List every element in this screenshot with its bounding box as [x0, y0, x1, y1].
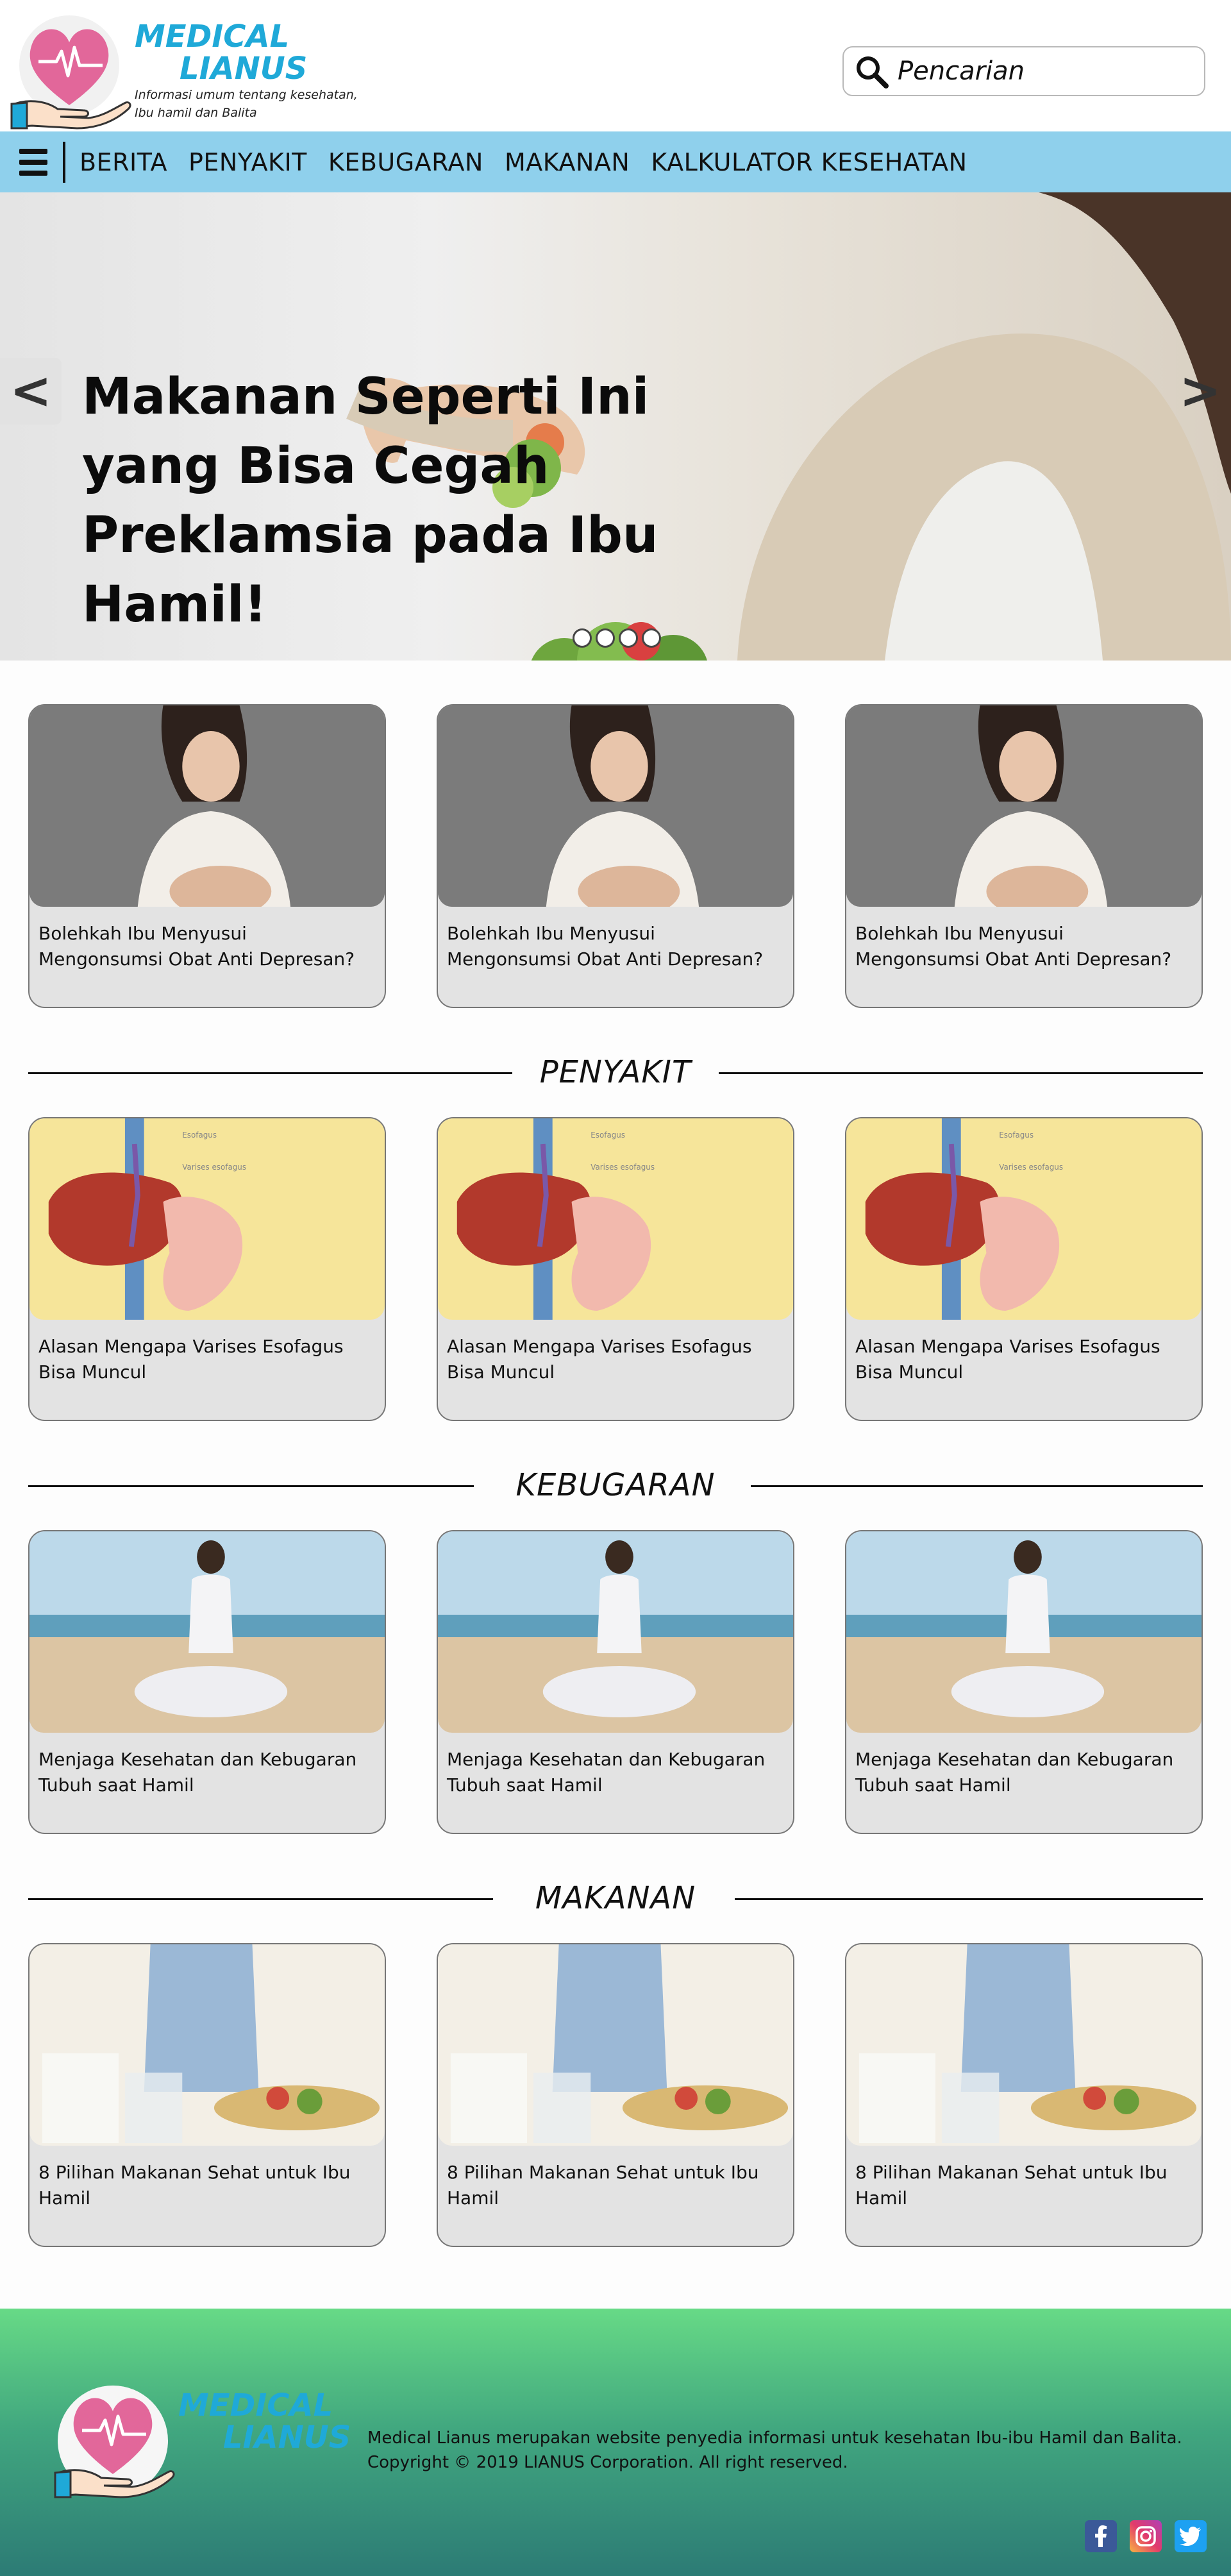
search-input[interactable] — [898, 56, 1193, 86]
section-title-makanan[interactable]: MAKANAN — [535, 1880, 696, 1916]
card-title[interactable]: Bolehkah Ibu Menyusui Mengonsumsi Obat A… — [29, 909, 385, 972]
card-title[interactable]: Menjaga Kesehatan dan Kebugaran Tubuh sa… — [846, 1735, 1202, 1798]
card-title[interactable]: Alasan Mengapa Varises Esofagus Bisa Mun… — [438, 1322, 793, 1385]
diagram-label: Esofagus — [182, 1131, 217, 1140]
card-title[interactable]: Bolehkah Ibu Menyusui Mengonsumsi Obat A… — [846, 909, 1202, 972]
logo-tagline: Informasi umum tentang kesehatan, Ibu ha… — [135, 86, 358, 122]
section-heading: MAKANAN — [28, 1853, 1203, 1943]
card-image-breastfeeding — [846, 705, 1202, 917]
carousel-prev-button[interactable]: < — [0, 358, 62, 425]
card-image-healthy-food — [438, 1944, 793, 2146]
article-card[interactable]: Menjaga Kesehatan dan Kebugaran Tubuh sa… — [845, 1530, 1203, 1834]
diagram-label: Varises esofagus — [182, 1163, 246, 1172]
article-card[interactable]: 8 Pilihan Makanan Sehat untuk Ibu Hamil — [28, 1943, 386, 2247]
heart-hand-logo-icon — [54, 2386, 175, 2498]
section-penyakit: PENYAKIT Esofagus Varises esofagus Alasa… — [0, 1008, 1231, 1421]
article-card[interactable]: 8 Pilihan Makanan Sehat untuk Ibu Hamil — [437, 1943, 794, 2247]
carousel-dot[interactable] — [596, 628, 615, 648]
twitter-icon[interactable] — [1175, 2520, 1207, 2552]
diagram-label: Varises esofagus — [590, 1163, 655, 1172]
card-image-healthy-food — [29, 1944, 385, 2146]
card-title[interactable]: 8 Pilihan Makanan Sehat untuk Ibu Hamil — [438, 2148, 793, 2211]
footer-logo[interactable]: MEDICAL LIANUS — [50, 2378, 351, 2500]
section-heading: PENYAKIT — [28, 1027, 1203, 1117]
article-card[interactable]: Bolehkah Ibu Menyusui Mengonsumsi Obat A… — [845, 704, 1203, 1008]
hero-carousel[interactable]: Makanan Seperti Ini yang Bisa Cegah Prek… — [0, 192, 1231, 661]
instagram-icon[interactable] — [1130, 2520, 1162, 2552]
article-card[interactable]: Menjaga Kesehatan dan Kebugaran Tubuh sa… — [437, 1530, 794, 1834]
logo-title: MEDICAL LIANUS — [135, 21, 307, 85]
card-image-beach-yoga — [29, 1531, 385, 1733]
logo-title-line2: LIANUS — [180, 51, 308, 87]
article-card[interactable]: Bolehkah Ibu Menyusui Mengonsumsi Obat A… — [437, 704, 794, 1008]
nav-item-kebugaran[interactable]: KEBUGARAN — [328, 148, 483, 176]
article-card[interactable]: 8 Pilihan Makanan Sehat untuk Ibu Hamil — [845, 1943, 1203, 2247]
footer-text: Medical Lianus merupakan website penyedi… — [367, 2426, 1182, 2475]
site-logo[interactable]: MEDICAL LIANUS Informasi umum tentang ke… — [6, 9, 378, 131]
footer-logo-title: MEDICAL LIANUS — [178, 2389, 351, 2454]
section-title-penyakit[interactable]: PENYAKIT — [539, 1054, 692, 1090]
nav-item-penyakit[interactable]: PENYAKIT — [188, 148, 307, 176]
article-card[interactable]: Menjaga Kesehatan dan Kebugaran Tubuh sa… — [28, 1530, 386, 1834]
nav-item-berita[interactable]: BERITA — [80, 148, 167, 176]
logo-title-line1: MEDICAL — [135, 19, 290, 55]
facebook-icon[interactable] — [1085, 2520, 1117, 2552]
card-image-breastfeeding — [438, 705, 793, 917]
card-row: Menjaga Kesehatan dan Kebugaran Tubuh sa… — [28, 1530, 1203, 1834]
nav-item-kalkulator-kesehatan[interactable]: KALKULATOR KESEHATAN — [651, 148, 967, 176]
section-kebugaran: KEBUGARAN Menjaga Kesehatan dan Kebugara… — [0, 1421, 1231, 1834]
search-icon[interactable] — [854, 54, 889, 88]
article-card[interactable]: Bolehkah Ibu Menyusui Mengonsumsi Obat A… — [28, 704, 386, 1008]
article-card[interactable]: Esofagus Varises esofagus Alasan Mengapa… — [845, 1117, 1203, 1421]
heart-hand-logo-icon — [10, 15, 131, 130]
card-title[interactable]: Bolehkah Ibu Menyusui Mengonsumsi Obat A… — [438, 909, 793, 972]
card-title[interactable]: Menjaga Kesehatan dan Kebugaran Tubuh sa… — [438, 1735, 793, 1798]
section-heading: KEBUGARAN — [28, 1440, 1203, 1530]
article-card[interactable]: Esofagus Varises esofagus Alasan Mengapa… — [28, 1117, 386, 1421]
card-row: 8 Pilihan Makanan Sehat untuk Ibu Hamil … — [28, 1943, 1203, 2247]
card-image-beach-yoga — [438, 1531, 793, 1733]
section-title-kebugaran[interactable]: KEBUGARAN — [515, 1467, 716, 1503]
card-image-healthy-food — [846, 1944, 1202, 2146]
footer-copyright: Copyright © 2019 LIANUS Corporation. All… — [367, 2453, 848, 2472]
card-row: Esofagus Varises esofagus Alasan Mengapa… — [28, 1117, 1203, 1421]
diagram-label: Esofagus — [590, 1131, 625, 1140]
footer-description: Medical Lianus merupakan website penyedi… — [367, 2429, 1182, 2448]
hamburger-icon[interactable] — [19, 148, 47, 176]
card-image-breastfeeding — [29, 705, 385, 917]
site-footer: MEDICAL LIANUS Medical Lianus merupakan … — [0, 2309, 1231, 2576]
tagline-line2: Ibu hamil dan Balita — [135, 106, 257, 120]
card-image-beach-yoga — [846, 1531, 1202, 1733]
card-title[interactable]: Menjaga Kesehatan dan Kebugaran Tubuh sa… — [29, 1735, 385, 1798]
section-latest: Bolehkah Ibu Menyusui Mengonsumsi Obat A… — [0, 661, 1231, 1008]
site-header: MEDICAL LIANUS Informasi umum tentang ke… — [0, 0, 1231, 131]
section-makanan: MAKANAN 8 Pilihan Makanan Sehat untuk Ib… — [0, 1834, 1231, 2247]
logo-title-line1: MEDICAL — [178, 2387, 333, 2423]
card-row: Bolehkah Ibu Menyusui Mengonsumsi Obat A… — [28, 704, 1203, 1008]
card-title[interactable]: Alasan Mengapa Varises Esofagus Bisa Mun… — [846, 1322, 1202, 1385]
article-card[interactable]: Esofagus Varises esofagus Alasan Mengapa… — [437, 1117, 794, 1421]
carousel-dot[interactable] — [619, 628, 638, 648]
card-title[interactable]: Alasan Mengapa Varises Esofagus Bisa Mun… — [29, 1322, 385, 1385]
search-box[interactable] — [842, 46, 1205, 96]
carousel-dot[interactable] — [573, 628, 592, 648]
card-image-esophagus: Esofagus Varises esofagus — [438, 1118, 793, 1320]
diagram-label: Varises esofagus — [999, 1163, 1063, 1172]
social-links — [1085, 2520, 1207, 2552]
carousel-next-button[interactable]: > — [1169, 358, 1231, 425]
card-title[interactable]: 8 Pilihan Makanan Sehat untuk Ibu Hamil — [29, 2148, 385, 2211]
diagram-label: Esofagus — [999, 1131, 1034, 1140]
card-title[interactable]: 8 Pilihan Makanan Sehat untuk Ibu Hamil — [846, 2148, 1202, 2211]
hero-title[interactable]: Makanan Seperti Ini yang Bisa Cegah Prek… — [82, 362, 749, 639]
card-image-esophagus: Esofagus Varises esofagus — [846, 1118, 1202, 1320]
card-image-esophagus: Esofagus Varises esofagus — [29, 1118, 385, 1320]
nav-divider — [63, 141, 65, 183]
main-nav: BERITA PENYAKIT KEBUGARAN MAKANAN KALKUL… — [0, 131, 1231, 192]
tagline-line1: Informasi umum tentang kesehatan, — [135, 88, 358, 102]
logo-title-line2: LIANUS — [223, 2420, 351, 2455]
carousel-indicators — [573, 628, 661, 648]
nav-item-makanan[interactable]: MAKANAN — [505, 148, 630, 176]
carousel-dot[interactable] — [642, 628, 661, 648]
